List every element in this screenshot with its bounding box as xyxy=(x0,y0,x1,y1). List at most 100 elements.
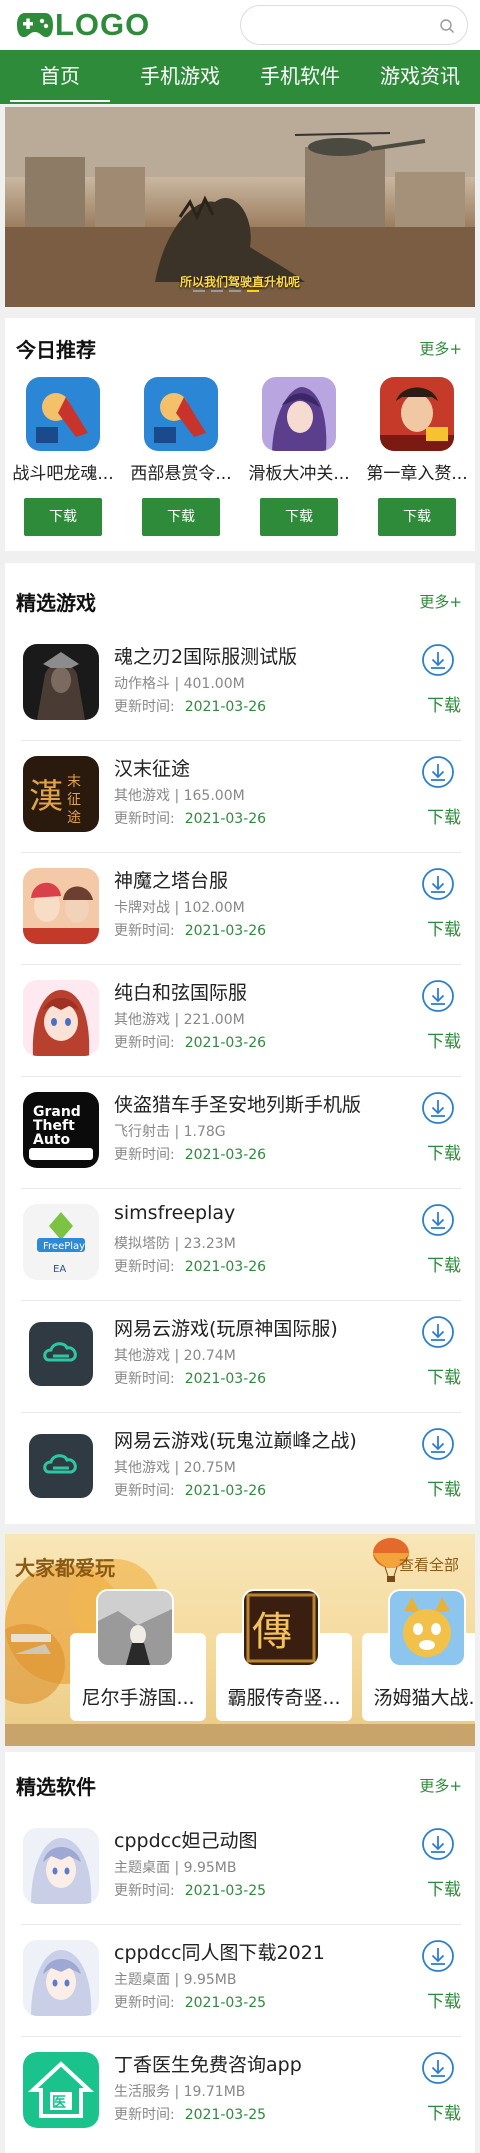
game-name[interactable]: 纯白和弦国际服 xyxy=(114,978,247,1005)
anime-portrait-icon[interactable] xyxy=(23,1940,99,2016)
rec-name[interactable]: 第一章入赘... xyxy=(362,459,472,484)
legend-game-icon[interactable]: 傳 xyxy=(242,1589,320,1667)
game-name[interactable]: 网易云游戏(玩鬼泣巅峰之战) xyxy=(114,1426,357,1453)
download-link[interactable]: 下载 xyxy=(427,1475,461,1500)
game-list-item[interactable]: FreePlay EA simsfreeplay 模拟塔防 | 23.23M 更新… xyxy=(21,1189,461,1301)
section-title: 大家都爱玩 xyxy=(15,1556,115,1580)
nav-item-mobile-games[interactable]: 手机游戏 xyxy=(120,50,240,104)
download-link[interactable]: 下载 xyxy=(427,2099,461,2124)
download-button[interactable]: 下载 xyxy=(24,498,102,536)
rec-item[interactable]: 战斗吧龙魂... 下载 xyxy=(8,377,118,536)
popular-item[interactable]: 傳 霸服传奇竖... xyxy=(216,1589,352,1721)
cloud-game-icon[interactable] xyxy=(23,1316,99,1392)
more-link[interactable]: 更多+ xyxy=(419,591,462,612)
rec-name[interactable]: 西部悬赏令... xyxy=(126,459,236,484)
download-circle-icon[interactable] xyxy=(421,1427,455,1461)
software-list-item[interactable]: 医 丁香医生免费咨询app 生活服务 | 19.71MB 更新时间: 2021-0… xyxy=(21,2037,461,2149)
fantasy-girl-icon[interactable] xyxy=(262,377,336,451)
banner-dot-active[interactable] xyxy=(247,290,259,292)
tower-heroes-icon[interactable] xyxy=(23,868,99,944)
banner-carousel[interactable]: 所以我们驾驶直升机呢 xyxy=(5,107,475,307)
cloud-game-icon[interactable] xyxy=(23,1428,99,1504)
popular-name[interactable]: 汤姆猫大战... xyxy=(362,1683,475,1710)
nav-item-game-news[interactable]: 游戏资讯 xyxy=(360,50,480,104)
download-circle-icon[interactable] xyxy=(421,643,455,677)
game-list-item[interactable]: 神魔之塔台服 卡牌对战 | 102.00M 更新时间: 2021-03-26 下载 xyxy=(21,853,461,965)
logo[interactable]: LOGO xyxy=(16,7,150,43)
game-list-item[interactable]: 网易云游戏(玩鬼泣巅峰之战) 其他游戏 | 20.75M 更新时间: 2021-0… xyxy=(21,1413,461,1525)
game-name[interactable]: 侠盗猎车手圣安地列斯手机版 xyxy=(114,1090,361,1117)
nav-item-mobile-software[interactable]: 手机软件 xyxy=(240,50,360,104)
popular-name[interactable]: 霸服传奇竖... xyxy=(216,1683,352,1710)
game-name[interactable]: 魂之刃2国际服测试版 xyxy=(114,642,297,669)
download-link[interactable]: 下载 xyxy=(427,915,461,940)
game-list-item[interactable]: 漢末征途 汉末征途 其他游戏 | 165.00M 更新时间: 2021-03-26… xyxy=(21,741,461,853)
game-name[interactable]: 神魔之塔台服 xyxy=(114,866,228,893)
download-link[interactable]: 下载 xyxy=(427,1027,461,1052)
warrior-portrait-icon[interactable] xyxy=(380,377,454,451)
download-circle-icon[interactable] xyxy=(421,979,455,1013)
runner-game-icon[interactable] xyxy=(144,377,218,451)
rec-item[interactable]: 西部悬赏令... 下载 xyxy=(126,377,236,536)
dark-warrior-icon[interactable] xyxy=(23,644,99,720)
popular-name[interactable]: 尼尔手游国... xyxy=(70,1683,206,1710)
software-name[interactable]: cppdcc同人图下载2021 xyxy=(114,1938,325,1965)
download-circle-icon[interactable] xyxy=(421,755,455,789)
download-circle-icon[interactable] xyxy=(421,1315,455,1349)
download-circle-icon[interactable] xyxy=(421,867,455,901)
software-name[interactable]: cppdcc妲己动图 xyxy=(114,1826,258,1853)
download-circle-icon[interactable] xyxy=(421,1939,455,1973)
game-list-item[interactable]: 魂之刃2国际服测试版 动作格斗 | 401.00M 更新时间: 2021-03-2… xyxy=(21,629,461,741)
download-circle-icon[interactable] xyxy=(421,2051,455,2085)
game-name[interactable]: simsfreeplay xyxy=(114,1202,235,1224)
game-list-item[interactable]: 纯白和弦国际服 其他游戏 | 221.00M 更新时间: 2021-03-26 下… xyxy=(21,965,461,1077)
anime-girl-icon[interactable] xyxy=(23,980,99,1056)
game-name[interactable]: 汉末征途 xyxy=(114,754,190,781)
rec-name[interactable]: 战斗吧龙魂... xyxy=(8,459,118,484)
download-button[interactable]: 下载 xyxy=(378,498,456,536)
banner-dot[interactable] xyxy=(211,290,223,292)
download-circle-icon[interactable] xyxy=(421,1091,455,1125)
nier-game-icon[interactable] xyxy=(96,1589,174,1667)
rec-name[interactable]: 滑板大冲关... xyxy=(244,459,354,484)
download-link[interactable]: 下载 xyxy=(427,1251,461,1276)
software-list-item[interactable]: cppdcc同人图下载2021 主题桌面 | 9.95MB 更新时间: 2021-… xyxy=(21,1925,461,2037)
view-all-link[interactable]: 查看全部 xyxy=(399,1554,459,1575)
han-calligraphy-icon[interactable]: 漢末征途 xyxy=(23,756,99,832)
anime-portrait-icon[interactable] xyxy=(23,1828,99,1904)
download-link[interactable]: 下载 xyxy=(427,803,461,828)
rec-item[interactable]: 第一章入赘... 下载 xyxy=(362,377,472,536)
banner-dot[interactable] xyxy=(193,290,205,292)
game-list-item[interactable]: 网易云游戏(玩原神国际服) 其他游戏 | 20.74M 更新时间: 2021-03… xyxy=(21,1301,461,1413)
tom-cat-icon[interactable] xyxy=(388,1589,466,1667)
game-name[interactable]: 网易云游戏(玩原神国际服) xyxy=(114,1314,338,1341)
download-link[interactable]: 下载 xyxy=(427,1987,461,2012)
download-link[interactable]: 下载 xyxy=(427,691,461,716)
nav-item-home[interactable]: 首页 xyxy=(0,50,120,104)
game-list-item[interactable]: Grand Theft Auto 侠盗猎车手圣安地列斯手机版 飞行射击 | 1.78… xyxy=(21,1077,461,1189)
gta-icon[interactable]: Grand Theft Auto xyxy=(23,1092,99,1168)
search-icon[interactable] xyxy=(439,18,455,34)
software-name[interactable]: 丁香医生免费咨询app xyxy=(114,2050,302,2077)
popular-item[interactable]: 汤姆猫大战... xyxy=(362,1589,475,1721)
popular-item[interactable]: 尼尔手游国... xyxy=(70,1589,206,1721)
more-link[interactable]: 更多+ xyxy=(419,338,462,359)
download-button[interactable]: 下载 xyxy=(142,498,220,536)
doctor-house-icon[interactable]: 医 xyxy=(23,2052,99,2128)
banner-dot[interactable] xyxy=(229,290,241,292)
rec-item[interactable]: 滑板大冲关... 下载 xyxy=(244,377,354,536)
freeplay-icon[interactable]: FreePlay EA xyxy=(23,1204,99,1280)
software-list-item[interactable]: cppdcc妲己动图 主题桌面 | 9.95MB 更新时间: 2021-03-25… xyxy=(21,1813,461,1925)
download-link[interactable]: 下载 xyxy=(427,1363,461,1388)
more-link[interactable]: 更多+ xyxy=(419,1775,462,1796)
game-meta: 其他游戏 | 165.00M xyxy=(114,788,245,804)
search-input[interactable] xyxy=(255,12,425,38)
search-box[interactable] xyxy=(240,5,468,45)
featured-software-section: 精选软件 更多+ cppdcc妲己动图 主题桌面 | 9.95MB 更新时间: 2… xyxy=(5,1752,475,2153)
download-circle-icon[interactable] xyxy=(421,1203,455,1237)
download-circle-icon[interactable] xyxy=(421,1827,455,1861)
download-link[interactable]: 下载 xyxy=(427,1875,461,1900)
download-link[interactable]: 下载 xyxy=(427,1139,461,1164)
download-button[interactable]: 下载 xyxy=(260,498,338,536)
runner-game-icon[interactable] xyxy=(26,377,100,451)
